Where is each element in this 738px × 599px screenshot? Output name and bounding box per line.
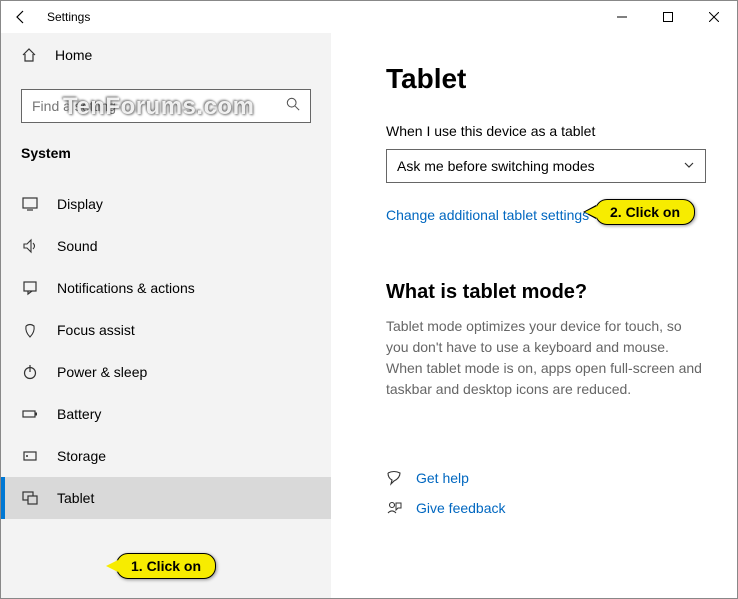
- sidebar-item-label: Focus assist: [57, 322, 135, 338]
- give-feedback-icon: [386, 500, 402, 516]
- sidebar-section-header: System: [1, 133, 331, 175]
- get-help-icon: [386, 470, 402, 486]
- home-nav-item[interactable]: Home: [1, 39, 331, 71]
- sidebar-item-notifications[interactable]: Notifications & actions: [1, 267, 331, 309]
- minimize-button[interactable]: [599, 1, 645, 33]
- sidebar-item-power-sleep[interactable]: Power & sleep: [1, 351, 331, 393]
- get-help-link[interactable]: Get help: [416, 470, 469, 486]
- dropdown-value: Ask me before switching modes: [397, 158, 595, 174]
- search-placeholder: Find a setting: [32, 98, 116, 114]
- home-icon: [21, 47, 37, 63]
- titlebar: Settings: [1, 1, 737, 33]
- sidebar-item-label: Power & sleep: [57, 364, 147, 380]
- field-label: When I use this device as a tablet: [386, 123, 707, 139]
- content-pane: Tablet When I use this device as a table…: [331, 33, 737, 598]
- section-body: Tablet mode optimizes your device for to…: [386, 316, 706, 400]
- storage-icon: [21, 447, 39, 465]
- sound-icon: [21, 237, 39, 255]
- give-feedback-link[interactable]: Give feedback: [416, 500, 506, 516]
- page-title: Tablet: [386, 63, 707, 95]
- sidebar-item-tablet[interactable]: Tablet: [1, 477, 331, 519]
- chevron-down-icon: [683, 158, 695, 174]
- tablet-icon: [21, 489, 39, 507]
- sidebar-item-storage[interactable]: Storage: [1, 435, 331, 477]
- tablet-mode-dropdown[interactable]: Ask me before switching modes: [386, 149, 706, 183]
- sidebar-item-label: Battery: [57, 406, 101, 422]
- sidebar-item-label: Tablet: [57, 490, 94, 506]
- battery-icon: [21, 405, 39, 423]
- search-icon: [286, 97, 300, 116]
- home-label: Home: [55, 47, 92, 63]
- sidebar-item-label: Sound: [57, 238, 97, 254]
- sidebar-item-battery[interactable]: Battery: [1, 393, 331, 435]
- sidebar-item-display[interactable]: Display: [1, 183, 331, 225]
- back-button[interactable]: [13, 9, 29, 25]
- maximize-button[interactable]: [645, 1, 691, 33]
- sidebar-item-label: Display: [57, 196, 103, 212]
- power-icon: [21, 363, 39, 381]
- sidebar-item-label: Notifications & actions: [57, 280, 195, 296]
- section-title: What is tablet mode?: [386, 281, 707, 304]
- focus-assist-icon: [21, 321, 39, 339]
- display-icon: [21, 195, 39, 213]
- notifications-icon: [21, 279, 39, 297]
- sidebar: Home TenForums.com Find a setting System…: [1, 33, 331, 598]
- sidebar-item-sound[interactable]: Sound: [1, 225, 331, 267]
- close-button[interactable]: [691, 1, 737, 33]
- sidebar-item-focus-assist[interactable]: Focus assist: [1, 309, 331, 351]
- sidebar-item-label: Storage: [57, 448, 106, 464]
- search-input[interactable]: Find a setting: [21, 89, 311, 123]
- window-title: Settings: [47, 10, 90, 24]
- change-additional-settings-link[interactable]: Change additional tablet settings: [386, 207, 589, 223]
